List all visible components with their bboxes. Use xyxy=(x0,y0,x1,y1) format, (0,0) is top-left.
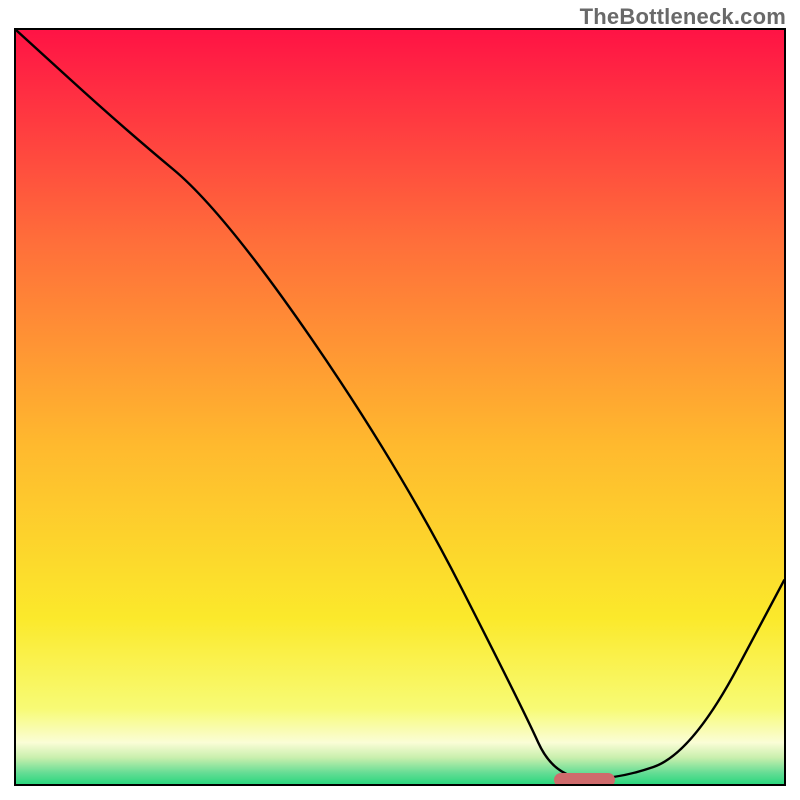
chart-frame xyxy=(14,28,786,786)
chart-curve-path xyxy=(16,30,784,779)
optimal-marker xyxy=(554,773,615,786)
chart-curve xyxy=(16,30,784,784)
watermark-text: TheBottleneck.com xyxy=(580,4,786,30)
